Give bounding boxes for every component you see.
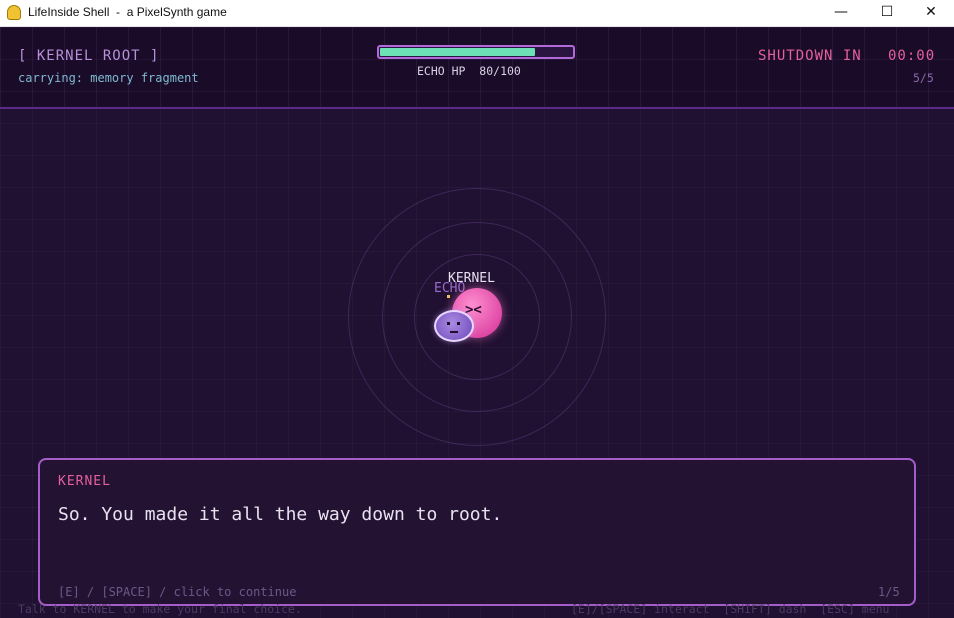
shutdown-timer: 00:00 (888, 48, 936, 64)
controls-hint: [E]/[SPACE] interact [SHIFT] dash [ESC] … (571, 602, 890, 616)
echo-eye-left (447, 322, 450, 325)
echo-hp-label: ECHO HP 80/100 (417, 64, 521, 78)
echo-hp-bar (377, 45, 575, 59)
dialog-speaker: KERNEL (58, 474, 111, 489)
maximize-button[interactable]: ☐ (864, 0, 910, 26)
window-title: LifeInside Shell - a PixelSynth game (28, 5, 227, 19)
progress-counter: 5/5 (913, 71, 934, 85)
echo-antenna (447, 295, 450, 298)
location-label: [ KERNEL ROOT ] (18, 48, 160, 64)
close-button[interactable]: ✕ (908, 0, 954, 26)
objective-text: Talk to KERNEL to make your final choice… (18, 602, 302, 616)
dialog-page-counter: 1/5 (878, 585, 900, 599)
hud-bar: [ KERNEL ROOT ] carrying: memory fragmen… (0, 27, 954, 109)
dialog-box[interactable]: KERNEL So. You made it all the way down … (38, 458, 916, 606)
app-icon (7, 5, 21, 20)
echo-eye-right (457, 322, 460, 325)
shutdown-label: SHUTDOWN IN (758, 48, 862, 64)
continue-hint[interactable]: [E] / [SPACE] / click to continue (58, 585, 296, 599)
game-viewport[interactable]: [ KERNEL ROOT ] carrying: memory fragmen… (0, 27, 954, 618)
window-titlebar: LifeInside Shell - a PixelSynth game — ☐… (0, 0, 954, 27)
echo-character[interactable] (434, 310, 474, 342)
echo-hp-fill (380, 48, 536, 56)
carrying-label: carrying: memory fragment (18, 71, 199, 85)
echo-mouth (450, 331, 458, 333)
dialog-text: So. You made it all the way down to root… (58, 504, 503, 525)
minimize-button[interactable]: — (818, 0, 864, 26)
